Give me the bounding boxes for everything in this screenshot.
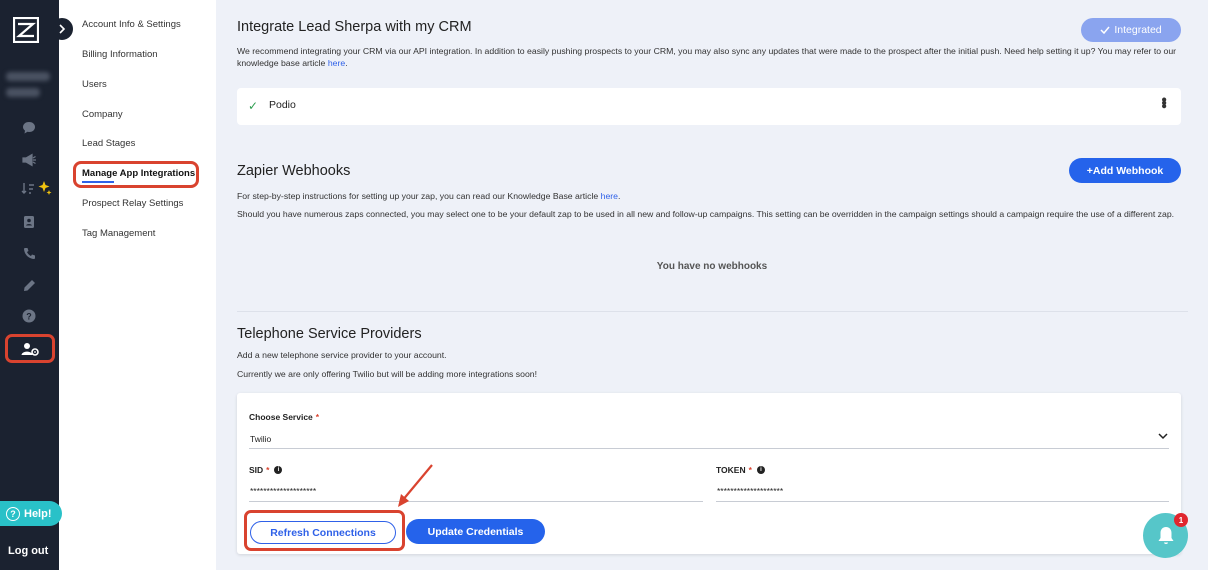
crm-description: We recommend integrating your CRM via ou… <box>237 45 1183 69</box>
token-label: TOKEN * i <box>716 465 765 475</box>
sid-label-text: SID <box>249 465 264 475</box>
submenu-prospect-relay[interactable]: Prospect Relay Settings <box>82 198 183 209</box>
user-settings-nav-item[interactable] <box>5 334 55 363</box>
required-mark: * <box>748 465 752 475</box>
submenu-account-info[interactable]: Account Info & Settings <box>82 19 181 30</box>
submenu-lead-stages[interactable]: Lead Stages <box>82 138 135 149</box>
notifications-button[interactable]: 1 <box>1143 513 1188 558</box>
choose-service-text: Choose Service <box>249 412 313 422</box>
zapier-line1: For step-by-step instructions for settin… <box>237 191 599 201</box>
chevron-right-icon <box>59 24 66 34</box>
account-name-blurred[interactable] <box>6 72 50 104</box>
zapier-section-title: Zapier Webhooks <box>237 163 351 179</box>
submenu-manage-app-integrations[interactable]: Manage App Integrations <box>82 168 195 179</box>
settings-submenu: Account Info & Settings Billing Informat… <box>59 0 216 570</box>
submenu-company[interactable]: Company <box>82 109 123 120</box>
notification-count-badge: 1 <box>1174 513 1188 527</box>
zapier-kb-link[interactable]: here <box>601 191 618 201</box>
integration-name: Podio <box>269 99 296 111</box>
sort-sparkle-icon[interactable] <box>20 180 54 196</box>
pencil-icon[interactable] <box>21 277 37 293</box>
zapier-link-suffix: . <box>618 191 621 201</box>
empty-webhooks-message: You have no webhooks <box>656 261 768 272</box>
messages-icon[interactable] <box>21 120 37 136</box>
help-question-icon: ? <box>6 506 20 521</box>
section-divider <box>237 311 1188 312</box>
expand-sidebar-button[interactable] <box>51 18 73 40</box>
check-icon: ✓ <box>248 99 259 113</box>
annotation-arrow <box>398 464 433 507</box>
refresh-connections-button[interactable]: Refresh Connections <box>250 521 396 544</box>
service-select[interactable]: Twilio <box>250 434 271 444</box>
integrated-status-button[interactable]: Integrated <box>1081 18 1181 42</box>
submenu-users[interactable]: Users <box>82 79 107 90</box>
sid-label: SID * i <box>249 465 283 475</box>
active-underline <box>82 181 114 183</box>
sid-input[interactable]: ******************** <box>250 486 316 496</box>
contact-book-icon[interactable] <box>21 214 37 230</box>
megaphone-icon[interactable] <box>21 152 37 168</box>
integrated-label: Integrated <box>1114 24 1162 36</box>
left-rail: ? <box>0 0 73 570</box>
submenu-billing[interactable]: Billing Information <box>82 49 158 60</box>
svg-text:?: ? <box>26 312 32 322</box>
more-options-icon[interactable]: ••• <box>1155 97 1172 107</box>
phone-icon[interactable] <box>21 245 37 261</box>
token-underline <box>716 501 1169 502</box>
choose-service-label: Choose Service * <box>249 412 319 422</box>
chevron-down-icon[interactable] <box>1158 433 1168 440</box>
sid-underline <box>249 501 703 502</box>
crm-kb-link[interactable]: here <box>328 58 345 68</box>
check-icon <box>1100 26 1110 34</box>
required-mark: * <box>266 465 270 475</box>
crm-description-text: We recommend integrating your CRM via ou… <box>237 46 1177 68</box>
token-input[interactable]: ******************** <box>717 486 783 496</box>
token-label-text: TOKEN <box>716 465 746 475</box>
main-content: Integrate Lead Sherpa with my CRM Integr… <box>216 0 1208 570</box>
help-button[interactable]: ? Help! <box>0 501 62 526</box>
logout-link[interactable]: Log out <box>8 545 48 557</box>
help-label: Help! <box>24 507 52 520</box>
telephone-line1: Add a new telephone service provider to … <box>237 350 447 360</box>
telephone-line2: Currently we are only offering Twilio bu… <box>237 369 538 379</box>
required-mark: * <box>315 412 320 422</box>
zapier-instructions: For step-by-step instructions for settin… <box>237 190 1183 202</box>
telephone-section-title: Telephone Service Providers <box>237 326 422 342</box>
update-credentials-button[interactable]: Update Credentials <box>406 519 545 544</box>
submenu-tag-management[interactable]: Tag Management <box>82 228 155 239</box>
crm-link-suffix: . <box>345 58 348 68</box>
add-webhook-button[interactable]: +Add Webhook <box>1069 158 1181 183</box>
crm-section-title: Integrate Lead Sherpa with my CRM <box>237 19 472 35</box>
service-select-underline <box>249 448 1169 449</box>
podio-integration-card: ✓ Podio ••• <box>237 88 1181 125</box>
help-circle-icon[interactable]: ? <box>21 308 37 324</box>
info-icon[interactable]: i <box>756 466 765 474</box>
zapier-default-note: Should you have numerous zaps connected,… <box>237 209 1175 219</box>
app-logo[interactable] <box>13 17 39 43</box>
user-settings-icon <box>21 342 39 356</box>
bell-icon <box>1158 526 1173 544</box>
info-icon[interactable]: i <box>274 466 283 474</box>
